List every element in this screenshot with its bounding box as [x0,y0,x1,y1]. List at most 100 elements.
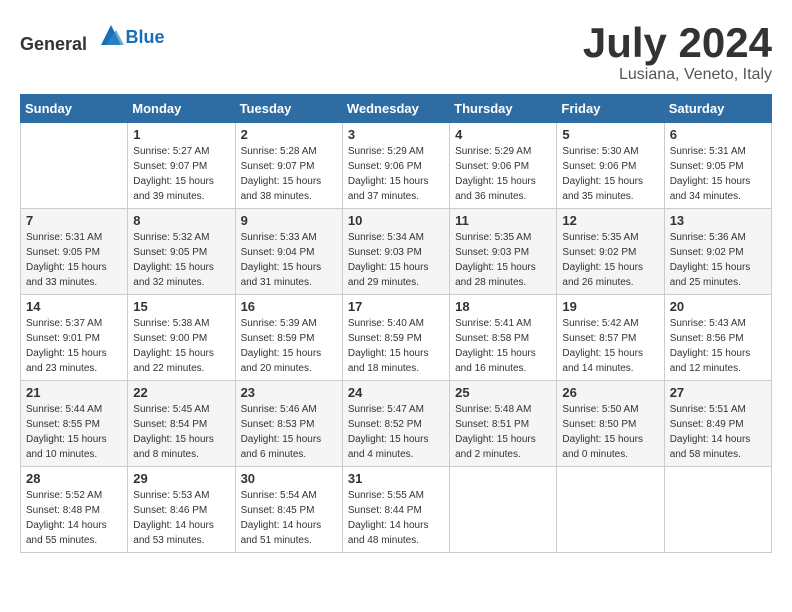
day-number: 25 [455,385,551,400]
day-number: 11 [455,213,551,228]
day-info: Sunrise: 5:43 AM Sunset: 8:56 PM Dayligh… [670,316,766,376]
day-info: Sunrise: 5:54 AM Sunset: 8:45 PM Dayligh… [241,488,337,548]
day-info: Sunrise: 5:34 AM Sunset: 9:03 PM Dayligh… [348,230,444,290]
location-title: Lusiana, Veneto, Italy [583,66,772,84]
calendar-cell: 13 Sunrise: 5:36 AM Sunset: 9:02 PM Dayli… [664,209,771,295]
calendar-cell: 6Sunrise: 5:31 AM Sunset: 9:05 PM Daylig… [664,123,771,209]
day-info: Sunrise: 5:42 AM Sunset: 8:57 PM Dayligh… [562,316,658,376]
day-number: 15 [133,299,229,314]
day-number: 23 [241,385,337,400]
day-info: Sunrise: 5:38 AM Sunset: 9:00 PM Dayligh… [133,316,229,376]
calendar-cell: 29 Sunrise: 5:53 AM Sunset: 8:46 PM Dayli… [128,467,235,553]
day-info: Sunrise: 5:40 AM Sunset: 8:59 PM Dayligh… [348,316,444,376]
day-number: 24 [348,385,444,400]
day-number: 3 [348,127,444,142]
day-number: 1 [133,127,229,142]
calendar-cell: 16 Sunrise: 5:39 AM Sunset: 8:59 PM Dayli… [235,295,342,381]
calendar-cell [664,467,771,553]
day-info: Sunrise: 5:39 AM Sunset: 8:59 PM Dayligh… [241,316,337,376]
calendar-week-row: 14 Sunrise: 5:37 AM Sunset: 9:01 PM Dayli… [21,295,772,381]
day-number: 9 [241,213,337,228]
header-cell-monday: Monday [128,95,235,123]
day-number: 30 [241,471,337,486]
day-info: Sunrise: 5:33 AM Sunset: 9:04 PM Dayligh… [241,230,337,290]
day-info: Sunrise: 5:29 AM Sunset: 9:06 PM Dayligh… [455,144,551,204]
header-cell-tuesday: Tuesday [235,95,342,123]
calendar-cell: 27 Sunrise: 5:51 AM Sunset: 8:49 PM Dayli… [664,381,771,467]
logo-blue: Blue [126,27,165,47]
day-number: 29 [133,471,229,486]
calendar-cell [21,123,128,209]
day-number: 19 [562,299,658,314]
calendar-cell: 21 Sunrise: 5:44 AM Sunset: 8:55 PM Dayli… [21,381,128,467]
day-info: Sunrise: 5:32 AM Sunset: 9:05 PM Dayligh… [133,230,229,290]
day-info: Sunrise: 5:44 AM Sunset: 8:55 PM Dayligh… [26,402,122,462]
header-cell-thursday: Thursday [450,95,557,123]
calendar-cell: 5Sunrise: 5:30 AM Sunset: 9:06 PM Daylig… [557,123,664,209]
day-number: 22 [133,385,229,400]
day-number: 16 [241,299,337,314]
day-number: 27 [670,385,766,400]
day-info: Sunrise: 5:47 AM Sunset: 8:52 PM Dayligh… [348,402,444,462]
logo-icon [96,20,126,50]
day-info: Sunrise: 5:36 AM Sunset: 9:02 PM Dayligh… [670,230,766,290]
day-info: Sunrise: 5:50 AM Sunset: 8:50 PM Dayligh… [562,402,658,462]
calendar-cell: 24 Sunrise: 5:47 AM Sunset: 8:52 PM Dayli… [342,381,449,467]
calendar-cell: 7 Sunrise: 5:31 AM Sunset: 9:05 PM Daylig… [21,209,128,295]
logo: General Blue [20,20,165,55]
day-number: 6 [670,127,766,142]
calendar-week-row: 7 Sunrise: 5:31 AM Sunset: 9:05 PM Daylig… [21,209,772,295]
header-cell-wednesday: Wednesday [342,95,449,123]
day-info: Sunrise: 5:53 AM Sunset: 8:46 PM Dayligh… [133,488,229,548]
day-number: 7 [26,213,122,228]
day-info: Sunrise: 5:29 AM Sunset: 9:06 PM Dayligh… [348,144,444,204]
logo-general: General [20,34,87,54]
day-number: 10 [348,213,444,228]
day-number: 5 [562,127,658,142]
day-info: Sunrise: 5:51 AM Sunset: 8:49 PM Dayligh… [670,402,766,462]
header-cell-friday: Friday [557,95,664,123]
calendar-cell: 22 Sunrise: 5:45 AM Sunset: 8:54 PM Dayli… [128,381,235,467]
calendar-cell: 4 Sunrise: 5:29 AM Sunset: 9:06 PM Daylig… [450,123,557,209]
day-number: 31 [348,471,444,486]
calendar-cell: 14 Sunrise: 5:37 AM Sunset: 9:01 PM Dayli… [21,295,128,381]
title-area: July 2024 Lusiana, Veneto, Italy [583,20,772,84]
day-info: Sunrise: 5:28 AM Sunset: 9:07 PM Dayligh… [241,144,337,204]
calendar-cell: 19 Sunrise: 5:42 AM Sunset: 8:57 PM Dayli… [557,295,664,381]
calendar-cell [557,467,664,553]
day-info: Sunrise: 5:37 AM Sunset: 9:01 PM Dayligh… [26,316,122,376]
day-number: 21 [26,385,122,400]
day-info: Sunrise: 5:35 AM Sunset: 9:03 PM Dayligh… [455,230,551,290]
calendar-cell: 15 Sunrise: 5:38 AM Sunset: 9:00 PM Dayli… [128,295,235,381]
calendar-cell: 25Sunrise: 5:48 AM Sunset: 8:51 PM Dayli… [450,381,557,467]
calendar-cell: 8 Sunrise: 5:32 AM Sunset: 9:05 PM Daylig… [128,209,235,295]
calendar-cell: 28Sunrise: 5:52 AM Sunset: 8:48 PM Dayli… [21,467,128,553]
header: General Blue July 2024 Lusiana, Veneto, … [20,20,772,84]
day-number: 4 [455,127,551,142]
day-info: Sunrise: 5:41 AM Sunset: 8:58 PM Dayligh… [455,316,551,376]
day-info: Sunrise: 5:55 AM Sunset: 8:44 PM Dayligh… [348,488,444,548]
calendar-cell: 1 Sunrise: 5:27 AM Sunset: 9:07 PM Daylig… [128,123,235,209]
calendar-cell: 23Sunrise: 5:46 AM Sunset: 8:53 PM Dayli… [235,381,342,467]
calendar-week-row: 1 Sunrise: 5:27 AM Sunset: 9:07 PM Daylig… [21,123,772,209]
calendar-cell: 26 Sunrise: 5:50 AM Sunset: 8:50 PM Dayli… [557,381,664,467]
calendar-cell: 20 Sunrise: 5:43 AM Sunset: 8:56 PM Dayli… [664,295,771,381]
calendar-cell: 17Sunrise: 5:40 AM Sunset: 8:59 PM Dayli… [342,295,449,381]
calendar-week-row: 28Sunrise: 5:52 AM Sunset: 8:48 PM Dayli… [21,467,772,553]
day-info: Sunrise: 5:27 AM Sunset: 9:07 PM Dayligh… [133,144,229,204]
day-info: Sunrise: 5:45 AM Sunset: 8:54 PM Dayligh… [133,402,229,462]
day-number: 26 [562,385,658,400]
day-number: 14 [26,299,122,314]
header-cell-sunday: Sunday [21,95,128,123]
calendar-cell: 3 Sunrise: 5:29 AM Sunset: 9:06 PM Daylig… [342,123,449,209]
day-number: 20 [670,299,766,314]
day-number: 13 [670,213,766,228]
calendar-table: SundayMondayTuesdayWednesdayThursdayFrid… [20,94,772,553]
calendar-cell: 31 Sunrise: 5:55 AM Sunset: 8:44 PM Dayli… [342,467,449,553]
day-number: 8 [133,213,229,228]
day-info: Sunrise: 5:35 AM Sunset: 9:02 PM Dayligh… [562,230,658,290]
day-info: Sunrise: 5:31 AM Sunset: 9:05 PM Dayligh… [26,230,122,290]
day-number: 18 [455,299,551,314]
calendar-cell: 11 Sunrise: 5:35 AM Sunset: 9:03 PM Dayli… [450,209,557,295]
header-cell-saturday: Saturday [664,95,771,123]
